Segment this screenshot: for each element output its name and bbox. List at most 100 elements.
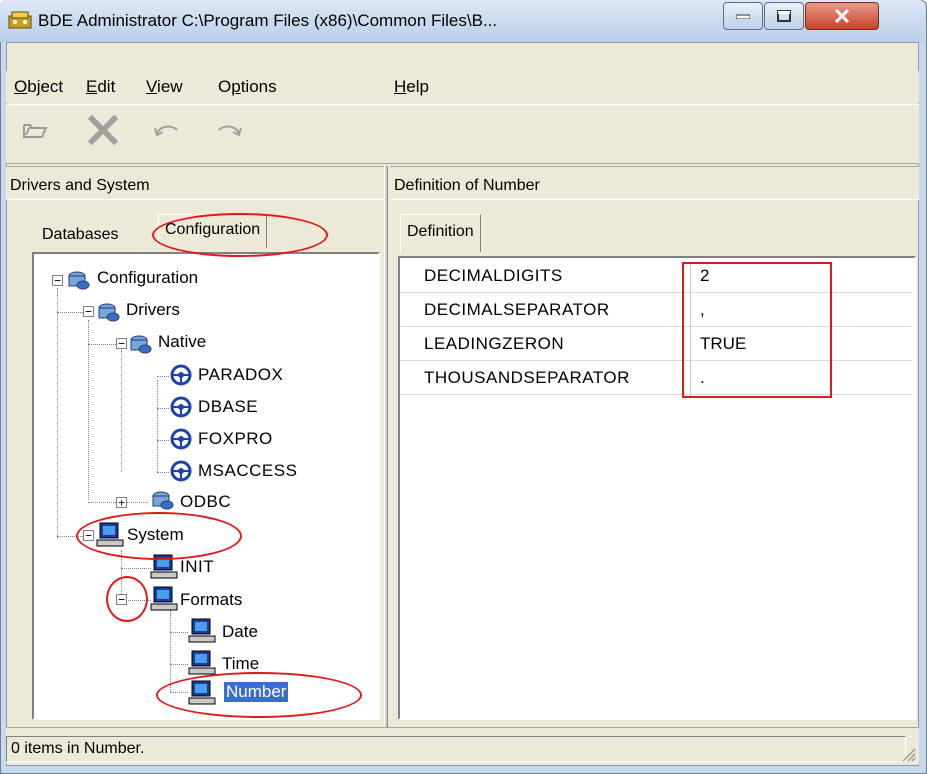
database-icon [68, 271, 90, 290]
tree-line [170, 692, 188, 693]
delete-button[interactable] [86, 110, 120, 150]
tree-node-paradox[interactable]: PARADOX [198, 365, 283, 385]
tree-node-native[interactable]: Native [158, 332, 206, 352]
computer-icon [150, 554, 178, 579]
tree-node-time[interactable]: Time [222, 654, 259, 674]
close-button[interactable] [805, 2, 879, 30]
menu-view[interactable]: View [146, 77, 183, 97]
bde-app-icon [8, 11, 32, 29]
definition-value[interactable]: TRUE [700, 334, 746, 354]
tree-line [170, 632, 188, 633]
redo-button[interactable] [212, 110, 246, 150]
toolbar [6, 104, 919, 164]
tree-line [157, 376, 169, 377]
computer-icon [188, 618, 216, 643]
tree-node-drivers[interactable]: Drivers [126, 300, 180, 320]
collapse-system-toggle[interactable]: − [83, 530, 94, 541]
tree-node-configuration[interactable]: Configuration [97, 268, 198, 288]
collapse-native-toggle[interactable]: − [116, 338, 127, 349]
window-title: BDE Administrator C:\Program Files (x86)… [38, 11, 498, 30]
menu-object-label: bject [27, 77, 64, 96]
right-panel-header: Definition of Number [390, 166, 919, 200]
menu-help-mnemonic: H [394, 77, 407, 96]
delete-icon [87, 114, 119, 146]
title-bar[interactable]: BDE Administrator C:\Program Files (x86)… [0, 0, 925, 42]
definition-value[interactable]: 2 [700, 266, 709, 286]
computer-icon [150, 586, 178, 611]
tree-line [157, 380, 158, 472]
tree-node-number[interactable]: Number [224, 682, 289, 702]
collapse-drivers-toggle[interactable]: − [83, 306, 94, 317]
menu-view-mnemonic: V [146, 77, 158, 96]
splitter[interactable] [384, 166, 388, 742]
tree-line [57, 288, 58, 538]
menu-view-label: iew [157, 77, 183, 96]
computer-icon [188, 680, 216, 705]
tree-node-odbc[interactable]: ODBC [180, 492, 231, 512]
collapse-formats-toggle[interactable]: − [116, 594, 127, 605]
left-panel-header: Drivers and System [6, 166, 384, 200]
open-icon [23, 124, 48, 138]
tree-node-system[interactable]: System [127, 525, 184, 545]
maximize-button[interactable] [764, 2, 804, 30]
database-icon [130, 335, 152, 354]
definition-name: THOUSANDSEPARATOR [424, 368, 630, 387]
definition-value[interactable]: , [700, 300, 705, 320]
open-button[interactable] [18, 110, 52, 150]
tree-node-msaccess[interactable]: MSACCESS [198, 461, 297, 481]
table-row[interactable]: DECIMALDIGITS 2 [400, 262, 912, 293]
tree-node-dbase[interactable]: DBASE [198, 397, 258, 417]
table-row[interactable]: THOUSANDSEPARATOR . [400, 364, 912, 395]
tree-line [157, 472, 169, 473]
driver-icon [170, 428, 192, 450]
tree-line [170, 664, 188, 665]
table-row[interactable]: LEADINGZERON TRUE [400, 330, 912, 361]
definition-name: DECIMALSEPARATOR [424, 300, 610, 319]
tree-line [157, 440, 169, 441]
tab-databases[interactable]: Databases [36, 222, 125, 248]
tree-line [121, 350, 122, 472]
tree-line [157, 408, 169, 409]
computer-icon [96, 522, 124, 547]
definition-name: LEADINGZERON [424, 334, 565, 353]
minimize-button[interactable] [723, 2, 763, 30]
menu-options-pre: O [218, 77, 232, 96]
tree-node-formats[interactable]: Formats [180, 590, 242, 610]
resize-grip-icon[interactable] [900, 746, 916, 762]
menu-help-label: elp [406, 77, 429, 96]
menu-edit[interactable]: Edit [86, 77, 115, 97]
definition-value[interactable]: . [700, 368, 705, 388]
close-icon [834, 9, 850, 23]
collapse-configuration-toggle[interactable]: − [52, 275, 63, 286]
status-text: 0 items in Number. [6, 736, 906, 762]
menu-edit-label: dit [97, 77, 116, 96]
database-icon [152, 491, 174, 510]
tree-line [88, 344, 118, 345]
tab-configuration[interactable]: Configuration [158, 214, 268, 248]
tree-line [170, 610, 171, 692]
database-icon [98, 303, 120, 322]
tree-line [88, 320, 89, 500]
redo-icon [218, 125, 242, 137]
expand-odbc-toggle[interactable]: + [116, 497, 127, 508]
tree-node-init[interactable]: INIT [180, 557, 214, 577]
menu-object[interactable]: Object [14, 77, 63, 97]
menu-options[interactable]: Options [218, 77, 277, 97]
menu-object-mnemonic: O [14, 77, 28, 96]
driver-icon [170, 460, 192, 482]
tree-node-foxpro[interactable]: FOXPRO [198, 429, 273, 449]
minimize-icon [736, 14, 750, 19]
tree-node-date[interactable]: Date [222, 622, 258, 642]
maximize-icon [777, 10, 791, 22]
tab-definition[interactable]: Definition [400, 214, 481, 252]
driver-icon [170, 396, 192, 418]
table-row[interactable]: DECIMALSEPARATOR , [400, 296, 912, 327]
menu-help[interactable]: Help [394, 77, 429, 97]
tree-line [121, 568, 151, 569]
menu-options-mnemonic: p [231, 77, 241, 96]
undo-button[interactable] [150, 110, 184, 150]
menu-bar: Object Edit View Options Help [6, 71, 919, 103]
definition-name: DECIMALDIGITS [424, 266, 563, 285]
menu-edit-mnemonic: E [86, 77, 98, 96]
menu-options-label: tions [240, 77, 277, 96]
